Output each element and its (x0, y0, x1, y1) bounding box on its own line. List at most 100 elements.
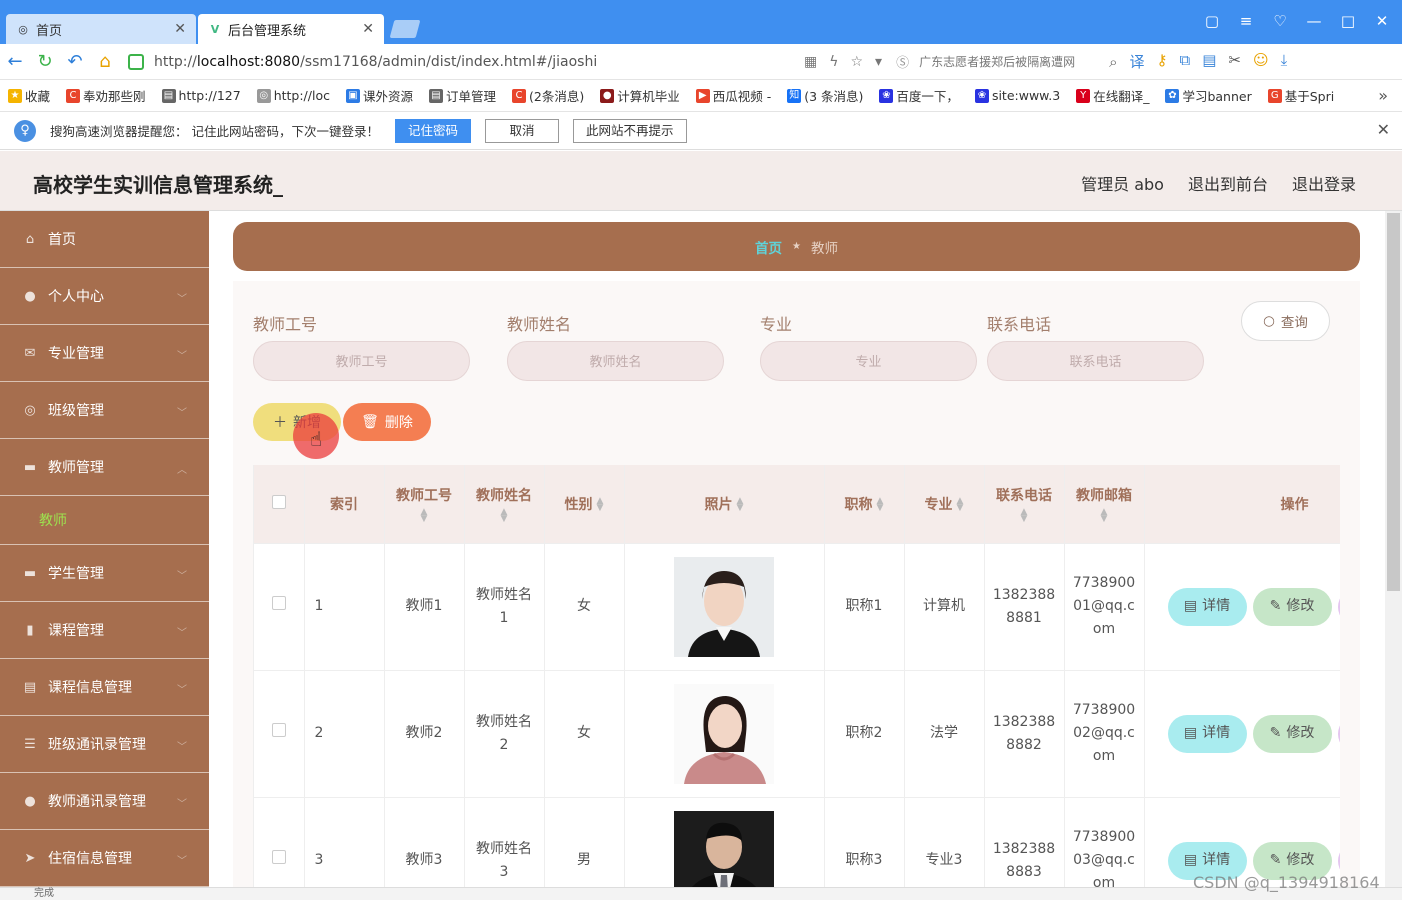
sort-icon[interactable]: ▲ ▼ (985, 507, 1064, 523)
download-icon[interactable]: ⤓ (1281, 51, 1288, 72)
bookmark-item[interactable]: G 基于Spri (1267, 86, 1334, 105)
sidebar-item-course[interactable]: ▮ 课程管理 ﹀ (0, 602, 209, 659)
query-button[interactable]: ○ 查询 (1241, 301, 1330, 341)
sidebar-item-profile[interactable]: ● 个人中心 ﹀ (0, 268, 209, 325)
qr-icon[interactable]: ▦ (804, 54, 817, 70)
sidebar-subitem-teacher[interactable]: 教师 (0, 496, 209, 545)
sort-icon[interactable]: ▲ ▼ (957, 496, 964, 512)
never-prompt-button[interactable]: 此网站不再提示 (573, 118, 687, 143)
gonghao-input[interactable] (253, 341, 470, 381)
sort-icon[interactable]: ▲ ▼ (737, 496, 744, 512)
scissors-icon[interactable]: ✂ (1228, 51, 1241, 72)
bookmark-item[interactable]: 知 (3 条消息) (787, 86, 863, 105)
sidebar-item-class[interactable]: ◎ 班级管理 ﹀ (0, 382, 209, 439)
new-tab-button[interactable] (389, 20, 421, 38)
sidebar-item-course-info[interactable]: ▤ 课程信息管理 ﹀ (0, 659, 209, 716)
select-all-checkbox[interactable] (271, 494, 286, 509)
dianhua-input[interactable] (987, 341, 1204, 381)
bookmark-item[interactable]: ▣ 课外资源 (345, 86, 413, 105)
sidebar-item-class-contacts[interactable]: ☰ 班级通讯录管理 ﹀ (0, 716, 209, 773)
breadcrumb-home[interactable]: 首页 (755, 237, 782, 257)
bookmark-item[interactable]: ❀ site:www.3 (974, 88, 1060, 103)
skin-icon[interactable]: ♡ (1270, 12, 1290, 30)
refresh-icon[interactable]: ↻ (30, 51, 60, 72)
chevron-down-icon[interactable]: ▾ (875, 54, 882, 70)
bookmark-item[interactable]: C (2条消息) (512, 86, 584, 105)
col-xingbie[interactable]: 性别 ▲ ▼ (544, 465, 625, 544)
translate-icon[interactable]: 译 (1130, 51, 1145, 72)
cancel-button[interactable]: 取消 (485, 118, 559, 143)
sort-icon[interactable]: ▲ ▼ (385, 507, 464, 523)
screenshot-icon[interactable]: ⧉ (1180, 51, 1191, 72)
col-gonghao[interactable]: 教师工号 ▲ ▼ (384, 465, 465, 544)
detail-button[interactable]: ▤ 详情 (1167, 587, 1247, 626)
search-input[interactable]: 广东志愿者援郑后被隔离遭网 (919, 53, 1109, 70)
close-icon[interactable]: ✕ (1377, 120, 1390, 139)
url-field[interactable]: http://localhost:8080/ssm17168/admin/dis… (154, 54, 794, 70)
edit-button[interactable]: ✎ 修改 (1252, 587, 1332, 626)
sort-icon[interactable]: ▲ ▼ (1065, 507, 1144, 523)
undo-icon[interactable]: ↶ (60, 51, 90, 72)
col-xingming[interactable]: 教师姓名 ▲ ▼ (464, 465, 545, 544)
search-icon[interactable]: ⌕ (1109, 53, 1117, 71)
scrollbar-thumb[interactable] (1387, 213, 1400, 591)
col-youxiang[interactable]: 教师邮箱 ▲ ▼ (1064, 465, 1145, 544)
more-bookmarks-button[interactable]: » (1378, 86, 1388, 105)
bookmark-item[interactable]: ❀ 百度一下， (879, 86, 959, 105)
tab-home[interactable]: ◎ 首页 ✕ (6, 14, 196, 44)
bookmark-item[interactable]: ★ 收藏 (8, 86, 50, 105)
bookmark-item[interactable]: ✿ 学习banner (1165, 86, 1252, 105)
star-icon[interactable]: ☆ (850, 54, 863, 70)
lightning-icon[interactable]: ϟ (829, 54, 838, 70)
close-window-icon[interactable]: ✕ (1372, 12, 1392, 30)
edit-button[interactable]: ✎ 修改 (1252, 714, 1332, 753)
sidebar-item-major[interactable]: ✉ 专业管理 ﹀ (0, 325, 209, 382)
detail-button[interactable]: ▤ 详情 (1167, 714, 1247, 753)
col-zhuanye[interactable]: 专业 ▲ ▼ (904, 465, 985, 544)
maximize-icon[interactable]: □ (1338, 12, 1358, 30)
close-icon[interactable]: ✕ (174, 21, 186, 37)
sidebar-item-student[interactable]: ▬ 学生管理 ﹀ (0, 545, 209, 602)
sidebar-item-home[interactable]: ⌂ 首页 (0, 211, 209, 268)
tab-count-icon[interactable]: ▢ (1202, 12, 1222, 30)
bookmark-item[interactable]: ▶ 西瓜视频 - (695, 86, 771, 105)
row-checkbox[interactable] (271, 723, 286, 737)
scrollbar[interactable] (1385, 211, 1402, 887)
row-checkbox[interactable] (271, 850, 286, 864)
monitor-icon: ▬ (23, 565, 37, 581)
col-dianhua[interactable]: 联系电话 ▲ ▼ (984, 465, 1065, 544)
sort-icon[interactable]: ▲ ▼ (465, 507, 544, 523)
bookmark-item[interactable]: C 奉劝那些刚 (66, 86, 146, 105)
bookmark-item[interactable]: Y 在线翻译_ (1076, 86, 1149, 105)
key-icon[interactable]: ⚷ (1157, 51, 1168, 72)
tab-admin[interactable]: V 后台管理系统 ✕ (198, 14, 384, 44)
sort-icon[interactable]: ▲ ▼ (877, 496, 884, 512)
sidebar-item-dorm[interactable]: ➤ 住宿信息管理 ﹀ (0, 830, 209, 887)
emoji-icon[interactable]: ☺ (1253, 51, 1269, 72)
col-zhaopian[interactable]: 照片 ▲ ▼ (624, 465, 825, 544)
row-delete-button[interactable]: ▯ (1337, 587, 1340, 626)
zhuanye-input[interactable] (760, 341, 977, 381)
front-link[interactable]: 退出到前台 (1188, 171, 1268, 195)
sort-icon[interactable]: ▲ ▼ (597, 496, 604, 512)
row-checkbox[interactable] (271, 596, 286, 610)
minimize-icon[interactable]: — (1304, 12, 1324, 30)
row-delete-button[interactable]: ▯ (1337, 714, 1340, 753)
col-zhicheng[interactable]: 职称 ▲ ▼ (824, 465, 905, 544)
bookmark-item[interactable]: ▤ 订单管理 (429, 86, 496, 105)
remember-password-button[interactable]: 记住密码 (394, 118, 471, 143)
bookmark-item[interactable]: ▤ http://127 (161, 88, 241, 103)
close-icon[interactable]: ✕ (362, 21, 374, 37)
menu-icon[interactable]: ≡ (1236, 12, 1256, 30)
bookmark-label: http://loc (273, 88, 330, 103)
sidebar-item-teacher[interactable]: ▬ 教师管理 ︿ (0, 439, 209, 496)
home-icon[interactable]: ⌂ (90, 51, 120, 72)
sidebar-item-teacher-contacts[interactable]: ● 教师通讯录管理 ﹀ (0, 773, 209, 830)
back-icon[interactable]: ← (0, 51, 30, 72)
bookmark-item[interactable]: ● 计算机毕业 (600, 86, 680, 105)
xingming-input[interactable] (507, 341, 724, 381)
logout-link[interactable]: 退出登录 (1292, 171, 1356, 195)
reader-icon[interactable]: ▤ (1202, 51, 1216, 72)
delete-button[interactable]: 🗑︎ 删除 (343, 403, 431, 441)
bookmark-item[interactable]: ◎ http://loc (256, 88, 330, 103)
